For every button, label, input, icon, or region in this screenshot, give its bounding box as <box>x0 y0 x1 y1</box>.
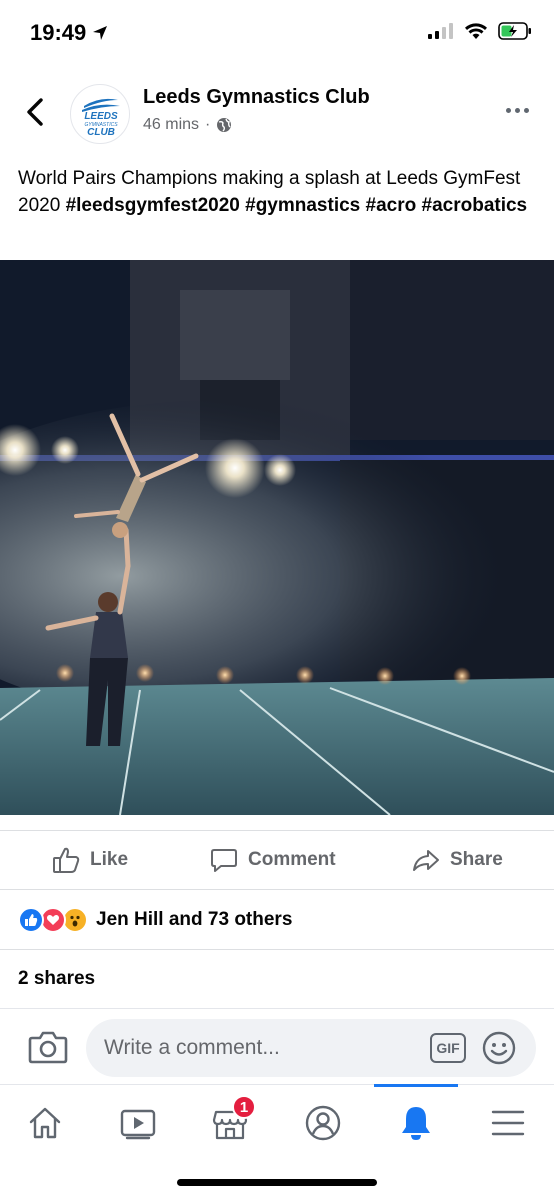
leeds-gymnastics-logo: LEEDS GYMNASTICS CLUB <box>82 98 120 138</box>
share-button[interactable]: Share <box>412 831 503 889</box>
like-label: Like <box>90 849 129 870</box>
comment-label: Comment <box>248 849 336 870</box>
comment-button[interactable]: Comment <box>210 831 336 889</box>
comment-input[interactable]: Write a comment... GIF <box>86 1019 536 1077</box>
share-label: Share <box>450 849 503 870</box>
wifi-icon <box>465 23 487 39</box>
bell-icon <box>402 1107 430 1140</box>
camera-button[interactable] <box>28 1029 68 1065</box>
more-dot-icon <box>505 107 511 113</box>
svg-text:CLUB: CLUB <box>87 127 115 138</box>
like-button[interactable]: Like <box>52 831 128 889</box>
status-bar: 19:49 <box>0 0 554 64</box>
status-time: 19:49 <box>30 20 108 46</box>
page-name[interactable]: Leeds Gymnastics Club <box>143 86 370 109</box>
meta-separator: · <box>205 116 211 133</box>
svg-text:LEEDS: LEEDS <box>84 111 118 122</box>
video-play-icon <box>120 1109 156 1140</box>
status-icons <box>428 22 532 40</box>
post-meta: 46 mins · <box>143 116 232 134</box>
cellular-signal-icon <box>428 23 453 39</box>
hashtag-link[interactable]: #acrobatics <box>422 195 528 216</box>
reaction-icons <box>18 906 92 933</box>
post-time[interactable]: 46 mins <box>143 116 199 134</box>
home-icon <box>29 1107 61 1139</box>
tab-notifications[interactable] <box>386 1095 446 1151</box>
clock-text: 19:49 <box>30 20 87 45</box>
tab-menu[interactable] <box>478 1095 538 1151</box>
gif-button[interactable]: GIF <box>430 1033 466 1063</box>
marketplace-badge: 1 <box>232 1095 256 1119</box>
smiley-icon <box>482 1031 516 1065</box>
comment-placeholder: Write a comment... <box>104 1036 280 1059</box>
more-options-button[interactable] <box>502 100 532 120</box>
share-arrow-icon <box>413 850 439 871</box>
reactions-summary[interactable]: Jen Hill and 73 others <box>0 890 554 950</box>
battery-charging-icon <box>498 22 531 40</box>
acrobatics-photo-illustration <box>0 260 554 815</box>
tab-marketplace[interactable]: 1 <box>200 1095 260 1151</box>
hamburger-menu-icon <box>491 1110 525 1136</box>
profile-icon <box>305 1105 341 1141</box>
bottom-tab-bar: 1 <box>0 1084 554 1164</box>
location-arrow-icon <box>93 26 108 40</box>
more-dot-icon <box>514 107 520 113</box>
tab-watch[interactable] <box>108 1095 168 1151</box>
active-tab-indicator <box>374 1084 458 1087</box>
reactions-text[interactable]: Jen Hill and 73 others <box>96 909 292 931</box>
hashtag-link[interactable]: #gymnastics <box>245 195 360 216</box>
tab-profile[interactable] <box>293 1095 353 1151</box>
shares-count[interactable]: 2 shares <box>18 968 95 990</box>
globe-icon <box>217 118 232 132</box>
post-caption: World Pairs Champions making a splash at… <box>18 166 538 219</box>
like-reaction-icon <box>18 906 44 933</box>
more-dot-icon <box>523 107 529 113</box>
post-header: LEEDS GYMNASTICS CLUB Leeds Gymnastics C… <box>0 78 554 148</box>
post-photo[interactable] <box>0 260 554 815</box>
comment-bubble-icon <box>211 849 237 872</box>
back-button[interactable] <box>20 94 50 130</box>
hashtag-link[interactable]: #acro <box>366 195 417 216</box>
post-action-bar: Like Comment Share <box>0 830 554 890</box>
page-avatar[interactable]: LEEDS GYMNASTICS CLUB <box>70 84 130 144</box>
thumbs-up-icon <box>53 847 80 873</box>
emoji-button[interactable] <box>482 1031 516 1065</box>
home-indicator[interactable] <box>177 1179 377 1186</box>
hashtag-link[interactable]: #leedsgymfest2020 <box>66 195 240 216</box>
camera-icon <box>28 1031 68 1064</box>
comment-composer: Write a comment... GIF <box>0 1008 554 1086</box>
tab-home[interactable] <box>15 1095 75 1151</box>
chevron-left-icon <box>27 98 43 126</box>
